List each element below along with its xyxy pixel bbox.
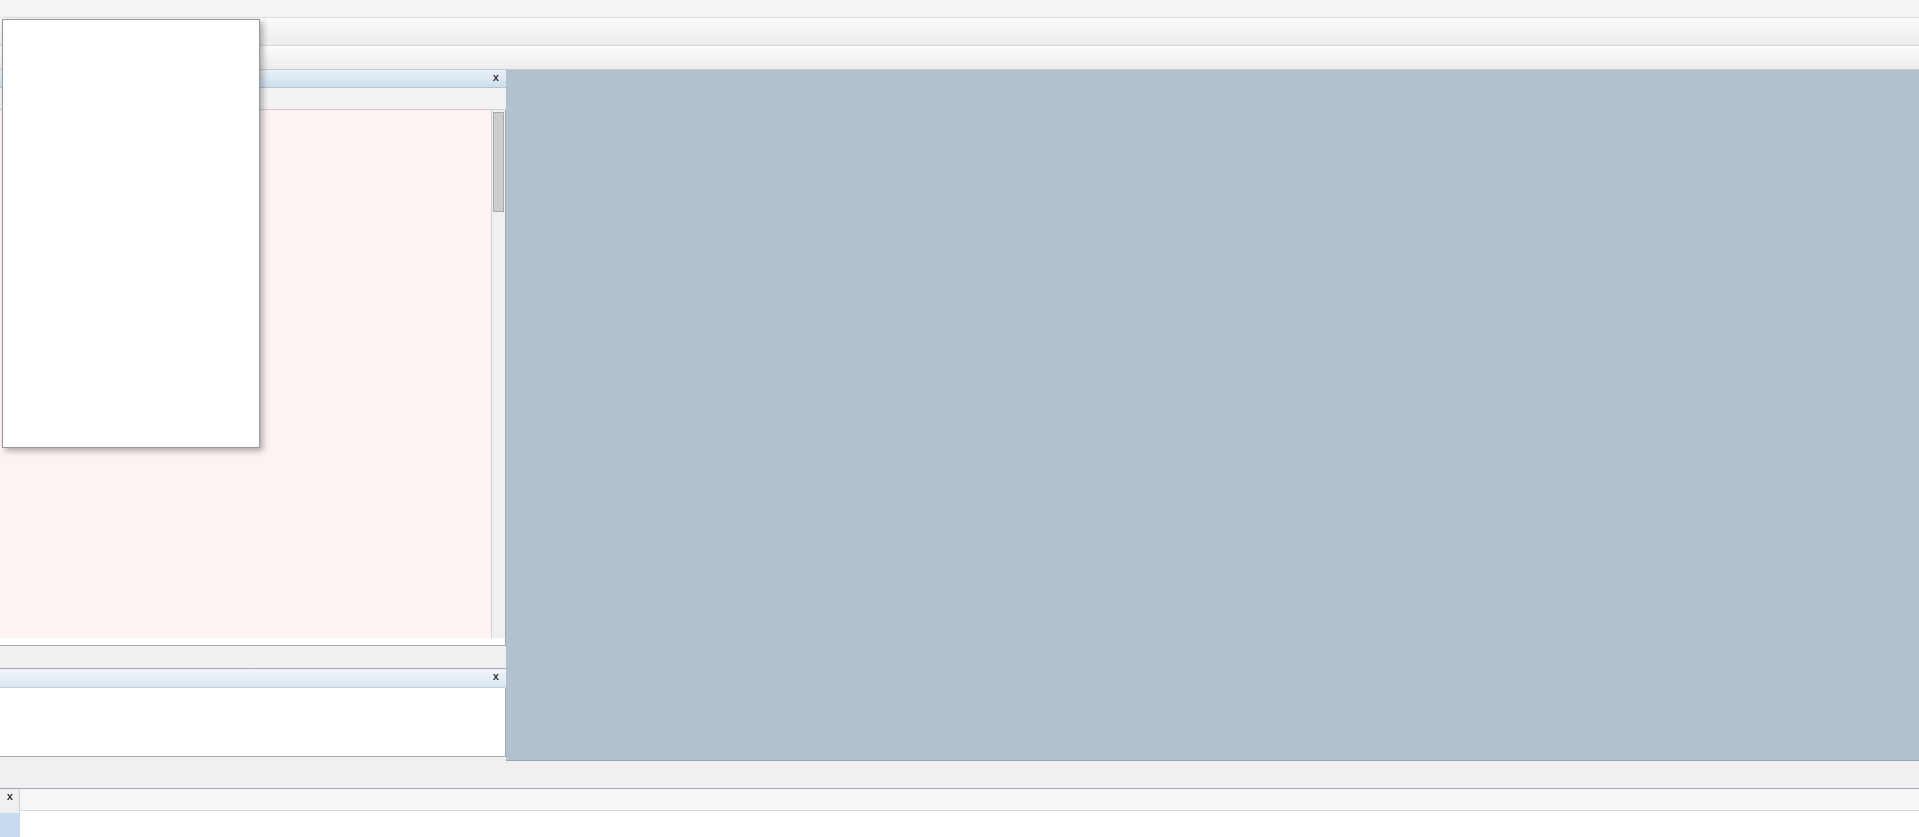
market-watch-scrollbar[interactable] (491, 110, 505, 638)
navigator-tree (0, 688, 506, 756)
toolbar-main (0, 18, 1919, 46)
mt4-terminal-window: x x x (0, 0, 1919, 837)
toolbar-drawing-timeframes (0, 46, 1919, 70)
chart-tab-bar (506, 760, 1919, 788)
navigator-close-icon[interactable]: x (493, 671, 499, 683)
market-watch-close-icon[interactable]: x (493, 72, 499, 84)
terminal-header (20, 789, 1919, 811)
charts-area (506, 70, 1919, 760)
market-watch-tabs (0, 645, 506, 668)
navigator-titlebar: x (0, 668, 506, 688)
menu-bar (0, 0, 1919, 18)
file-menu (2, 19, 260, 448)
terminal-close-icon[interactable]: x (7, 791, 13, 803)
terminal-panel: x (0, 788, 1919, 837)
terminal-sidebar: x (0, 789, 20, 837)
navigator-tabs (0, 756, 506, 779)
